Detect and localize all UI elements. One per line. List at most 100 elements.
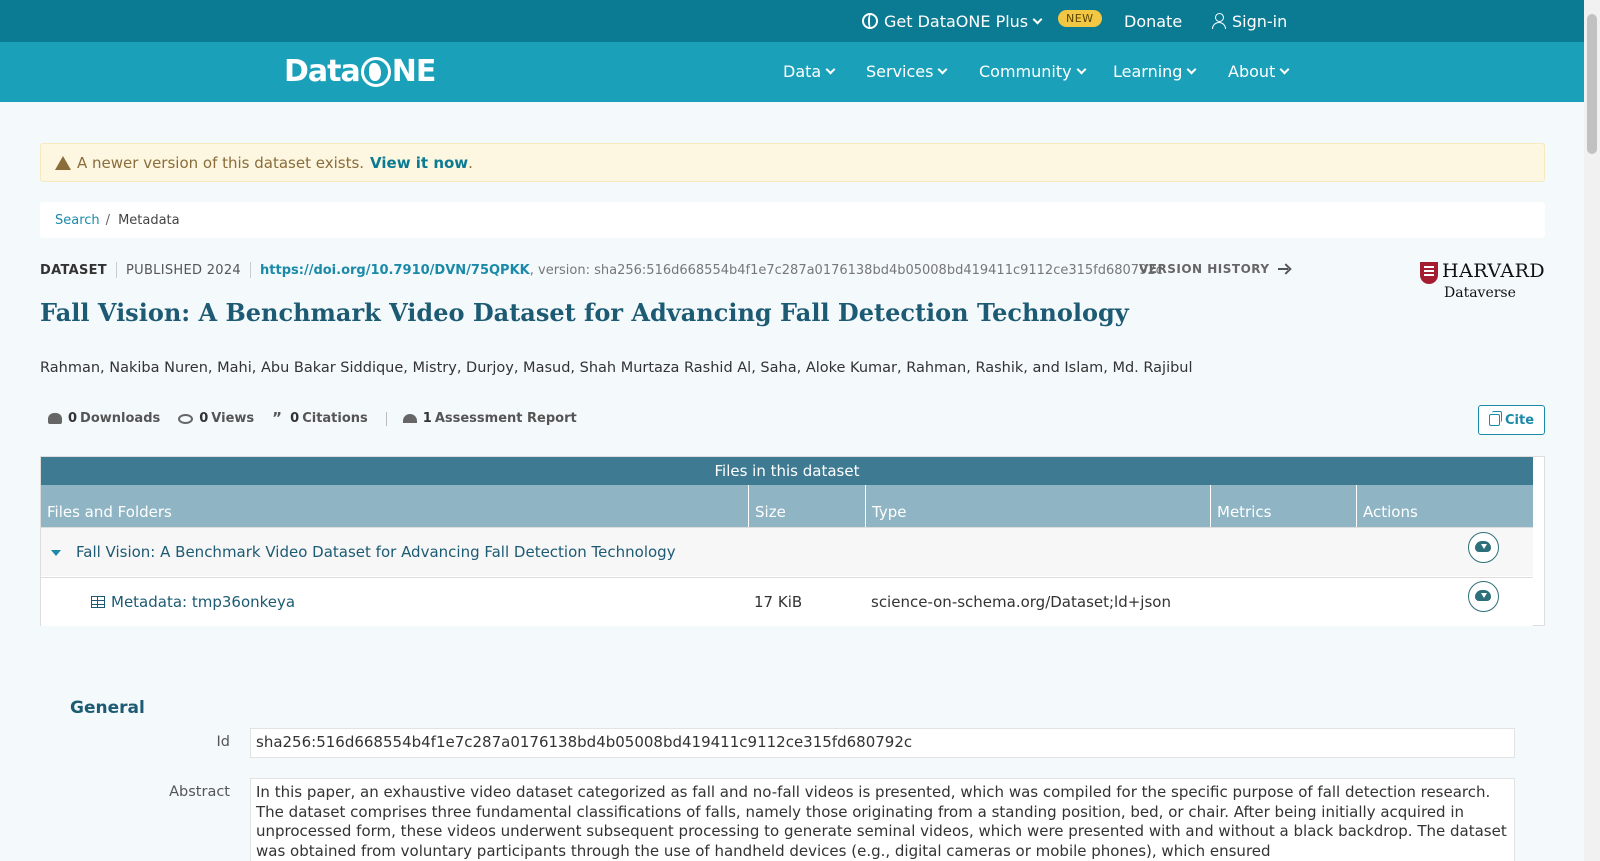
- sign-in-link[interactable]: Sign-in: [1212, 10, 1287, 32]
- assessment-label: Assessment Report: [434, 411, 577, 426]
- assessment-report-metric[interactable]: 1 Assessment Report: [402, 411, 577, 426]
- warning-icon: [55, 155, 71, 170]
- logo-text-ne: NE: [391, 54, 437, 89]
- divider: [385, 411, 387, 426]
- gauge-icon: [402, 414, 417, 423]
- column-header-metrics: Metrics: [1211, 485, 1357, 527]
- logo-text-data: Data: [284, 54, 361, 89]
- user-icon: [1212, 13, 1226, 29]
- views-label: Views: [211, 411, 255, 426]
- version-text: , version: sha256:516d668554b4f1e7c287a0…: [529, 262, 1163, 278]
- caret-down-icon[interactable]: [51, 550, 61, 556]
- get-dataone-plus-label: Get DataONE Plus: [884, 11, 1029, 31]
- newer-version-alert: A newer version of this dataset exists. …: [40, 143, 1545, 182]
- alert-text: A newer version of this dataset exists.: [77, 153, 365, 172]
- scrollbar[interactable]: [1584, 0, 1600, 861]
- column-header-files: Files and Folders: [41, 485, 749, 527]
- table-header: Files and Folders Size Type Metrics Acti…: [41, 485, 1533, 527]
- utility-bar: Get DataONE Plus NEW Donate Sign-in: [0, 0, 1584, 42]
- main-navbar: Data NE Data Services Community Learning…: [0, 42, 1584, 102]
- nav-learning[interactable]: Learning: [1113, 62, 1197, 81]
- table-caption: Files in this dataset: [41, 457, 1533, 485]
- chevron-down-icon: [1032, 14, 1043, 24]
- files-table: Files in this dataset Files and Folders …: [40, 456, 1545, 626]
- scrollbar-thumb[interactable]: [1587, 14, 1597, 154]
- chevron-down-icon: [938, 64, 948, 75]
- file-size: 17 KiB: [754, 593, 803, 611]
- metrics-bar: 0 Downloads 0 Views ” 0 Citations 1 Assessmen…: [48, 411, 595, 426]
- sign-in-label: Sign-in: [1232, 11, 1288, 31]
- column-header-type: Type: [866, 485, 1211, 527]
- alert-trailing: .: [468, 153, 473, 172]
- chevron-down-icon: [1279, 64, 1290, 75]
- divider: [115, 262, 117, 278]
- citations-label: Citations: [302, 411, 368, 426]
- file-type: science-on-schema.org/Dataset;ld+json: [871, 593, 1171, 611]
- assessment-count: 1: [422, 411, 432, 426]
- published-year: PUBLISHED 2024: [125, 262, 242, 278]
- folder-name[interactable]: Fall Vision: A Benchmark Video Dataset f…: [76, 543, 676, 561]
- breadcrumb-search-link[interactable]: Search: [55, 213, 100, 228]
- breadcrumb: Search / Metadata: [40, 202, 1545, 238]
- globe-logo-icon: [360, 56, 391, 87]
- view-it-now-link[interactable]: View it now: [370, 154, 468, 172]
- table-icon: [91, 596, 105, 608]
- id-label: Id: [216, 734, 230, 750]
- dataset-authors: Rahman, Nakiba Nuren, Mahi, Abu Bakar Si…: [40, 360, 1193, 376]
- nav-data[interactable]: Data: [783, 62, 836, 81]
- file-name[interactable]: Metadata: tmp36onkeya: [111, 593, 295, 611]
- citations-metric[interactable]: ” 0 Citations: [272, 409, 368, 427]
- globe-icon: [862, 13, 878, 29]
- download-file-button[interactable]: [1468, 581, 1499, 612]
- divider: [250, 262, 252, 278]
- harvard-shield-icon: [1420, 262, 1438, 284]
- dataset-meta-row: DATASET PUBLISHED 2024 https://doi.org/1…: [40, 262, 1163, 278]
- new-badge: NEW: [1058, 10, 1102, 27]
- chevron-down-icon: [1187, 64, 1197, 75]
- cite-label: Cite: [1504, 412, 1535, 428]
- chevron-down-icon: [1076, 64, 1087, 75]
- dataset-title: Fall Vision: A Benchmark Video Dataset f…: [40, 298, 1129, 327]
- downloads-label: Downloads: [80, 411, 161, 426]
- nav-about[interactable]: About: [1228, 62, 1290, 81]
- cloud-download-icon: [48, 413, 62, 424]
- quote-icon: ”: [272, 409, 283, 427]
- column-header-actions: Actions: [1363, 503, 1418, 521]
- views-count: 0: [199, 411, 209, 426]
- donate-link[interactable]: Donate: [1124, 10, 1182, 32]
- nav-about-label: About: [1228, 62, 1276, 81]
- nav-community-label: Community: [979, 62, 1072, 81]
- nav-services[interactable]: Services: [866, 62, 948, 81]
- arrow-right-icon: [1277, 264, 1290, 274]
- eye-icon: [178, 413, 194, 424]
- id-field: sha256:516d668554b4f1e7c287a0176138bd4b0…: [250, 728, 1515, 758]
- downloads-metric[interactable]: 0 Downloads: [48, 411, 160, 426]
- downloads-count: 0: [68, 411, 78, 426]
- nav-learning-label: Learning: [1113, 62, 1183, 81]
- nav-data-label: Data: [783, 62, 822, 81]
- views-metric[interactable]: 0 Views: [178, 411, 254, 426]
- column-header-size: Size: [749, 485, 866, 527]
- copy-icon: [1488, 411, 1502, 426]
- harvard-dataverse-logo[interactable]: HARVARD Dataverse: [1420, 260, 1546, 304]
- breadcrumb-separator: /: [105, 212, 111, 228]
- table-row[interactable]: Metadata: tmp36onkeya 17 KiB science-on-…: [41, 577, 1533, 626]
- chevron-down-icon: [825, 64, 836, 75]
- abstract-label: Abstract: [169, 784, 230, 800]
- doi-link[interactable]: https://doi.org/10.7910/DVN/75QPKK: [260, 263, 530, 278]
- citations-count: 0: [290, 411, 300, 426]
- repository-name-line1: HARVARD: [1442, 260, 1546, 282]
- version-history-label: VERSION HISTORY: [1139, 262, 1270, 276]
- table-row-folder[interactable]: Fall Vision: A Benchmark Video Dataset f…: [41, 527, 1533, 576]
- nav-services-label: Services: [866, 62, 934, 81]
- cite-button[interactable]: Cite: [1478, 405, 1545, 435]
- download-folder-button[interactable]: [1468, 532, 1499, 563]
- get-dataone-plus-menu[interactable]: Get DataONE Plus: [862, 10, 1043, 32]
- version-history-link[interactable]: VERSION HISTORY: [1139, 262, 1290, 276]
- dataset-type-label: DATASET: [40, 262, 107, 278]
- nav-community[interactable]: Community: [979, 62, 1087, 81]
- dataone-logo[interactable]: Data NE: [284, 54, 437, 89]
- general-section-title: General: [70, 698, 145, 718]
- breadcrumb-current: Metadata: [118, 212, 180, 228]
- repository-name-line2: Dataverse: [1444, 285, 1516, 301]
